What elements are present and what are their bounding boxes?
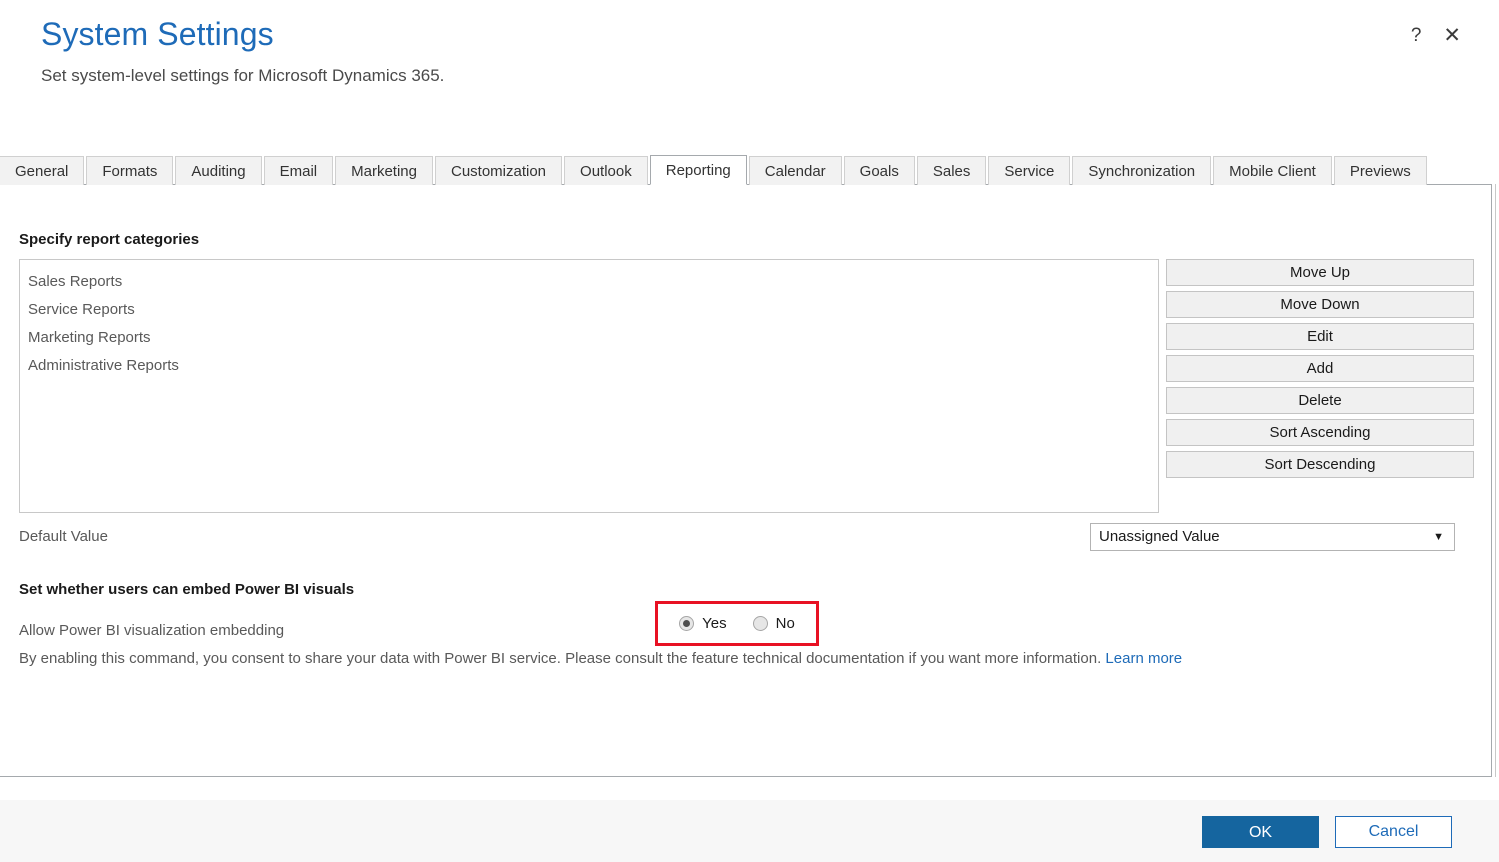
power-bi-radio-highlight: Yes No xyxy=(655,601,819,646)
consent-sentence: By enabling this command, you consent to… xyxy=(19,650,1102,667)
content-scrollbar[interactable] xyxy=(1495,184,1499,777)
header-actions: ? ✕ xyxy=(1411,25,1461,46)
report-categories-heading: Specify report categories xyxy=(19,231,200,248)
tab-previews[interactable]: Previews xyxy=(1333,156,1427,185)
tab-service[interactable]: Service xyxy=(988,156,1071,185)
tab-mobile-client[interactable]: Mobile Client xyxy=(1213,156,1332,185)
learn-more-link[interactable]: Learn more xyxy=(1105,650,1182,667)
chevron-down-icon: ▼ xyxy=(1433,530,1444,543)
radio-yes-label: Yes xyxy=(702,615,727,632)
tab-auditing[interactable]: Auditing xyxy=(175,156,262,185)
dialog-footer: OK Cancel xyxy=(0,800,1499,862)
tab-outlook[interactable]: Outlook xyxy=(564,156,648,185)
default-value-selected-text: Unassigned Value xyxy=(1099,528,1220,545)
radio-no-label: No xyxy=(775,615,795,632)
cancel-button[interactable]: Cancel xyxy=(1335,816,1452,848)
move-down-button[interactable]: Move Down xyxy=(1166,291,1474,318)
tab-marketing[interactable]: Marketing xyxy=(335,156,433,185)
add-button[interactable]: Add xyxy=(1166,355,1474,382)
radio-option-yes[interactable]: Yes xyxy=(679,615,727,632)
default-value-select[interactable]: Unassigned Value ▼ xyxy=(1090,523,1455,551)
radio-yes-icon[interactable] xyxy=(679,616,695,631)
sort-descending-button[interactable]: Sort Descending xyxy=(1166,451,1474,478)
tab-formats[interactable]: Formats xyxy=(86,156,174,185)
radio-no-icon[interactable] xyxy=(752,616,768,631)
list-item[interactable]: Sales Reports xyxy=(20,268,1158,296)
move-up-button[interactable]: Move Up xyxy=(1166,259,1474,286)
footer-actions: OK Cancel xyxy=(1202,816,1452,848)
list-item[interactable]: Administrative Reports xyxy=(20,352,1158,380)
close-icon[interactable]: ✕ xyxy=(1443,25,1461,46)
dialog-header: System Settings Set system-level setting… xyxy=(0,0,1499,96)
tab-email[interactable]: Email xyxy=(263,156,334,185)
power-bi-heading: Set whether users can embed Power BI vis… xyxy=(19,581,355,598)
power-bi-embedding-row: Allow Power BI visualization embedding Y… xyxy=(19,601,1474,647)
page-subtitle: Set system-level settings for Microsoft … xyxy=(41,66,445,85)
default-value-row: Default Value Unassigned Value ▼ xyxy=(19,523,1474,551)
list-item[interactable]: Service Reports xyxy=(20,296,1158,324)
tab-customization[interactable]: Customization xyxy=(434,156,563,185)
tab-synchronization[interactable]: Synchronization xyxy=(1072,156,1212,185)
radio-option-no[interactable]: No xyxy=(752,615,795,632)
power-bi-embedding-label: Allow Power BI visualization embedding xyxy=(19,622,285,639)
report-categories-listbox[interactable]: Sales Reports Service Reports Marketing Re… xyxy=(19,259,1159,513)
ok-button[interactable]: OK xyxy=(1202,816,1319,848)
power-bi-consent-text: By enabling this command, you consent to… xyxy=(19,648,1182,670)
default-value-label: Default Value xyxy=(19,528,108,545)
sort-ascending-button[interactable]: Sort Ascending xyxy=(1166,419,1474,446)
help-icon[interactable]: ? xyxy=(1411,26,1422,45)
edit-button[interactable]: Edit xyxy=(1166,323,1474,350)
report-categories-actions: Move Up Move Down Edit Add Delete Sort Ascend… xyxy=(1166,259,1474,478)
tab-sales[interactable]: Sales xyxy=(916,156,987,185)
tab-goals[interactable]: Goals xyxy=(843,156,915,185)
delete-button[interactable]: Delete xyxy=(1166,387,1474,414)
tab-reporting[interactable]: Reporting xyxy=(649,155,747,185)
settings-tabstrip: General Formats Auditing Email Marketing Cust… xyxy=(0,155,1499,185)
list-item[interactable]: Marketing Reports xyxy=(20,324,1158,352)
tab-general[interactable]: General xyxy=(0,156,85,185)
reporting-tab-panel: Specify report categories Sales Reports S… xyxy=(0,184,1492,777)
tab-calendar[interactable]: Calendar xyxy=(748,156,842,185)
page-title: System Settings xyxy=(41,16,274,52)
